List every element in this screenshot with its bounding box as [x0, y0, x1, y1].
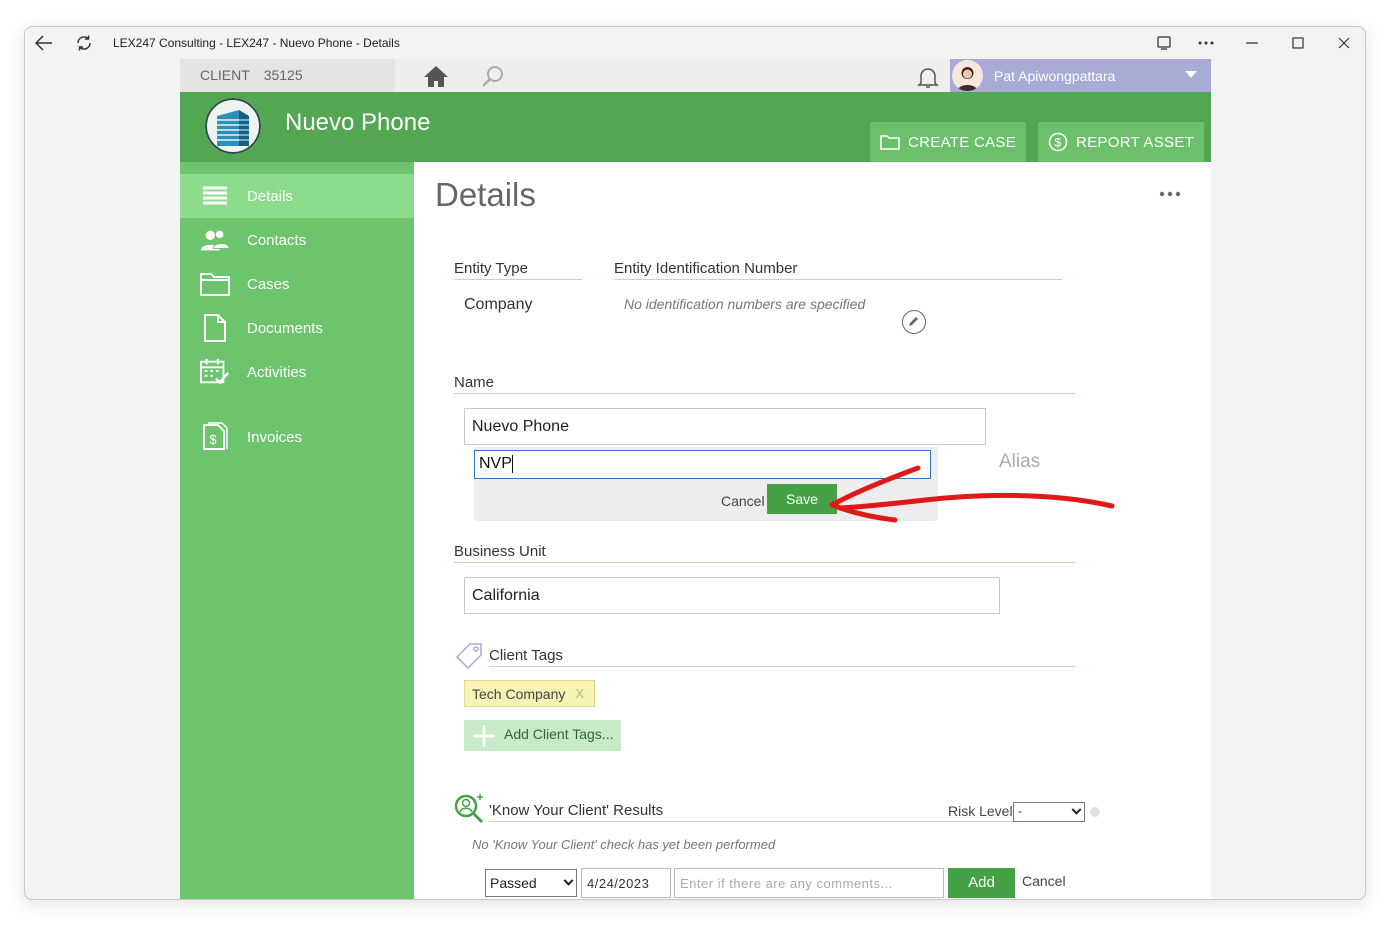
name-label: Name	[454, 374, 1075, 394]
top-bar: CLIENT 35125 Pat Apiwongpattara	[180, 59, 1211, 92]
sidebar: Details Contacts Cases Documents Activit…	[180, 162, 414, 899]
avatar	[952, 60, 983, 91]
business-unit-field[interactable]: California	[464, 577, 1000, 614]
close-icon[interactable]	[1333, 32, 1355, 54]
dollar-circle-icon: $	[1048, 132, 1068, 152]
edit-pencil-icon[interactable]	[902, 310, 926, 334]
risk-level-select[interactable]: -	[1013, 802, 1085, 822]
sidebar-item-label: Details	[247, 187, 293, 205]
more-options-icon[interactable]	[1195, 32, 1217, 54]
plus-icon	[472, 724, 496, 748]
maximize-icon[interactable]	[1287, 32, 1309, 54]
kyc-status-select[interactable]: Passed	[485, 869, 577, 897]
add-client-tags-label: Add Client Tags...	[504, 726, 614, 742]
entity-header: Nuevo Phone CREATE CASE $ REPORT ASSET	[180, 92, 1211, 162]
client-indicator: CLIENT 35125	[180, 59, 395, 92]
add-client-tags-button[interactable]: Add Client Tags...	[464, 720, 621, 751]
kyc-comments-field[interactable]: Enter if there are any comments...	[674, 868, 944, 898]
folder-icon	[880, 135, 900, 150]
kyc-status-value: Passed	[490, 875, 537, 891]
entity-id-label: Entity Identification Number	[614, 260, 1062, 280]
more-options-icon[interactable]	[1159, 180, 1181, 203]
svg-text:$: $	[209, 432, 217, 447]
risk-level-label: Risk Level:	[948, 803, 1017, 819]
refresh-icon[interactable]	[73, 32, 95, 54]
window-title: LEX247 Consulting - LEX247 - Nuevo Phone…	[113, 36, 400, 50]
contacts-icon	[200, 225, 230, 255]
kyc-add-button[interactable]: Add	[948, 868, 1015, 898]
risk-level-value: -	[1018, 804, 1022, 818]
create-case-button[interactable]: CREATE CASE	[870, 122, 1027, 162]
alias-value: NVP	[479, 455, 512, 473]
chevron-down-icon	[563, 875, 574, 886]
entity-type-value: Company	[464, 296, 533, 313]
svg-text:$: $	[1055, 136, 1062, 150]
business-unit-label: Business Unit	[454, 543, 1075, 563]
user-name: Pat Apiwongpattara	[994, 68, 1116, 84]
risk-status-indicator	[1090, 807, 1100, 817]
bell-icon[interactable]	[915, 64, 941, 90]
kyc-date-field[interactable]: 4/24/2023	[581, 868, 671, 898]
client-tag-label: Tech Company	[472, 686, 566, 702]
app-container: CLIENT 35125 Pat Apiwongpattara Nuevo Ph…	[180, 59, 1211, 899]
create-case-label: CREATE CASE	[908, 133, 1017, 151]
client-tags-label: Client Tags	[489, 647, 1075, 667]
report-asset-label: REPORT ASSET	[1076, 133, 1195, 151]
browser-window: LEX247 Consulting - LEX247 - Nuevo Phone…	[24, 26, 1366, 900]
report-asset-button[interactable]: $ REPORT ASSET	[1038, 122, 1205, 162]
alias-field[interactable]: NVP	[474, 450, 931, 479]
sidebar-item-cases[interactable]: Cases	[180, 262, 414, 306]
client-label: CLIENT	[200, 67, 250, 83]
kyc-comments-placeholder: Enter if there are any comments...	[680, 876, 893, 891]
cancel-button[interactable]: Cancel	[721, 493, 765, 509]
minimize-icon[interactable]	[1241, 32, 1263, 54]
back-arrow-icon[interactable]	[33, 32, 55, 54]
sidebar-item-label: Activities	[247, 363, 307, 381]
sidebar-item-details[interactable]: Details	[180, 174, 414, 218]
home-icon[interactable]	[422, 64, 450, 88]
sidebar-item-activities[interactable]: Activities	[180, 350, 414, 394]
sidebar-item-label: Cases	[247, 275, 290, 293]
sidebar-item-label: Contacts	[247, 231, 307, 249]
alias-editor: NVP Alias Cancel Save	[474, 447, 1040, 521]
page-title: Details	[435, 176, 536, 213]
search-icon[interactable]	[480, 64, 506, 88]
document-icon	[200, 313, 230, 343]
tag-icon	[454, 640, 484, 670]
cast-icon[interactable]	[1153, 32, 1175, 54]
calendar-check-icon	[200, 357, 230, 387]
sidebar-item-label: Invoices	[247, 428, 303, 446]
sidebar-item-contacts[interactable]: Contacts	[180, 218, 414, 262]
kyc-search-icon	[452, 792, 486, 826]
entity-name: Nuevo Phone	[285, 109, 431, 136]
kyc-cancel-button[interactable]: Cancel	[1022, 873, 1066, 889]
alias-label: Alias	[999, 451, 1041, 472]
client-number: 35125	[263, 67, 303, 83]
folder-icon	[200, 269, 230, 299]
invoice-icon: $	[200, 422, 230, 452]
entity-id-empty-message: No identification numbers are specified	[624, 296, 866, 312]
kyc-empty-message: No 'Know Your Client' check has yet been…	[472, 837, 776, 852]
client-tag: Tech Company X	[464, 680, 595, 707]
company-logo	[205, 98, 261, 154]
title-bar: LEX247 Consulting - LEX247 - Nuevo Phone…	[25, 27, 1365, 59]
entity-type-label: Entity Type	[454, 260, 582, 280]
details-panel: Details Entity Type Company Entity Ident…	[414, 162, 1211, 899]
user-menu[interactable]: Pat Apiwongpattara	[950, 59, 1211, 92]
save-button[interactable]: Save	[767, 484, 837, 514]
remove-tag-button[interactable]: X	[575, 686, 584, 701]
sidebar-item-label: Documents	[247, 319, 323, 337]
chevron-down-icon[interactable]	[1185, 71, 1197, 78]
sidebar-item-documents[interactable]: Documents	[180, 306, 414, 350]
sidebar-item-invoices[interactable]: $ Invoices	[180, 415, 414, 459]
list-icon	[200, 181, 230, 211]
name-field[interactable]: Nuevo Phone	[464, 408, 986, 445]
chevron-down-icon	[1071, 804, 1082, 815]
